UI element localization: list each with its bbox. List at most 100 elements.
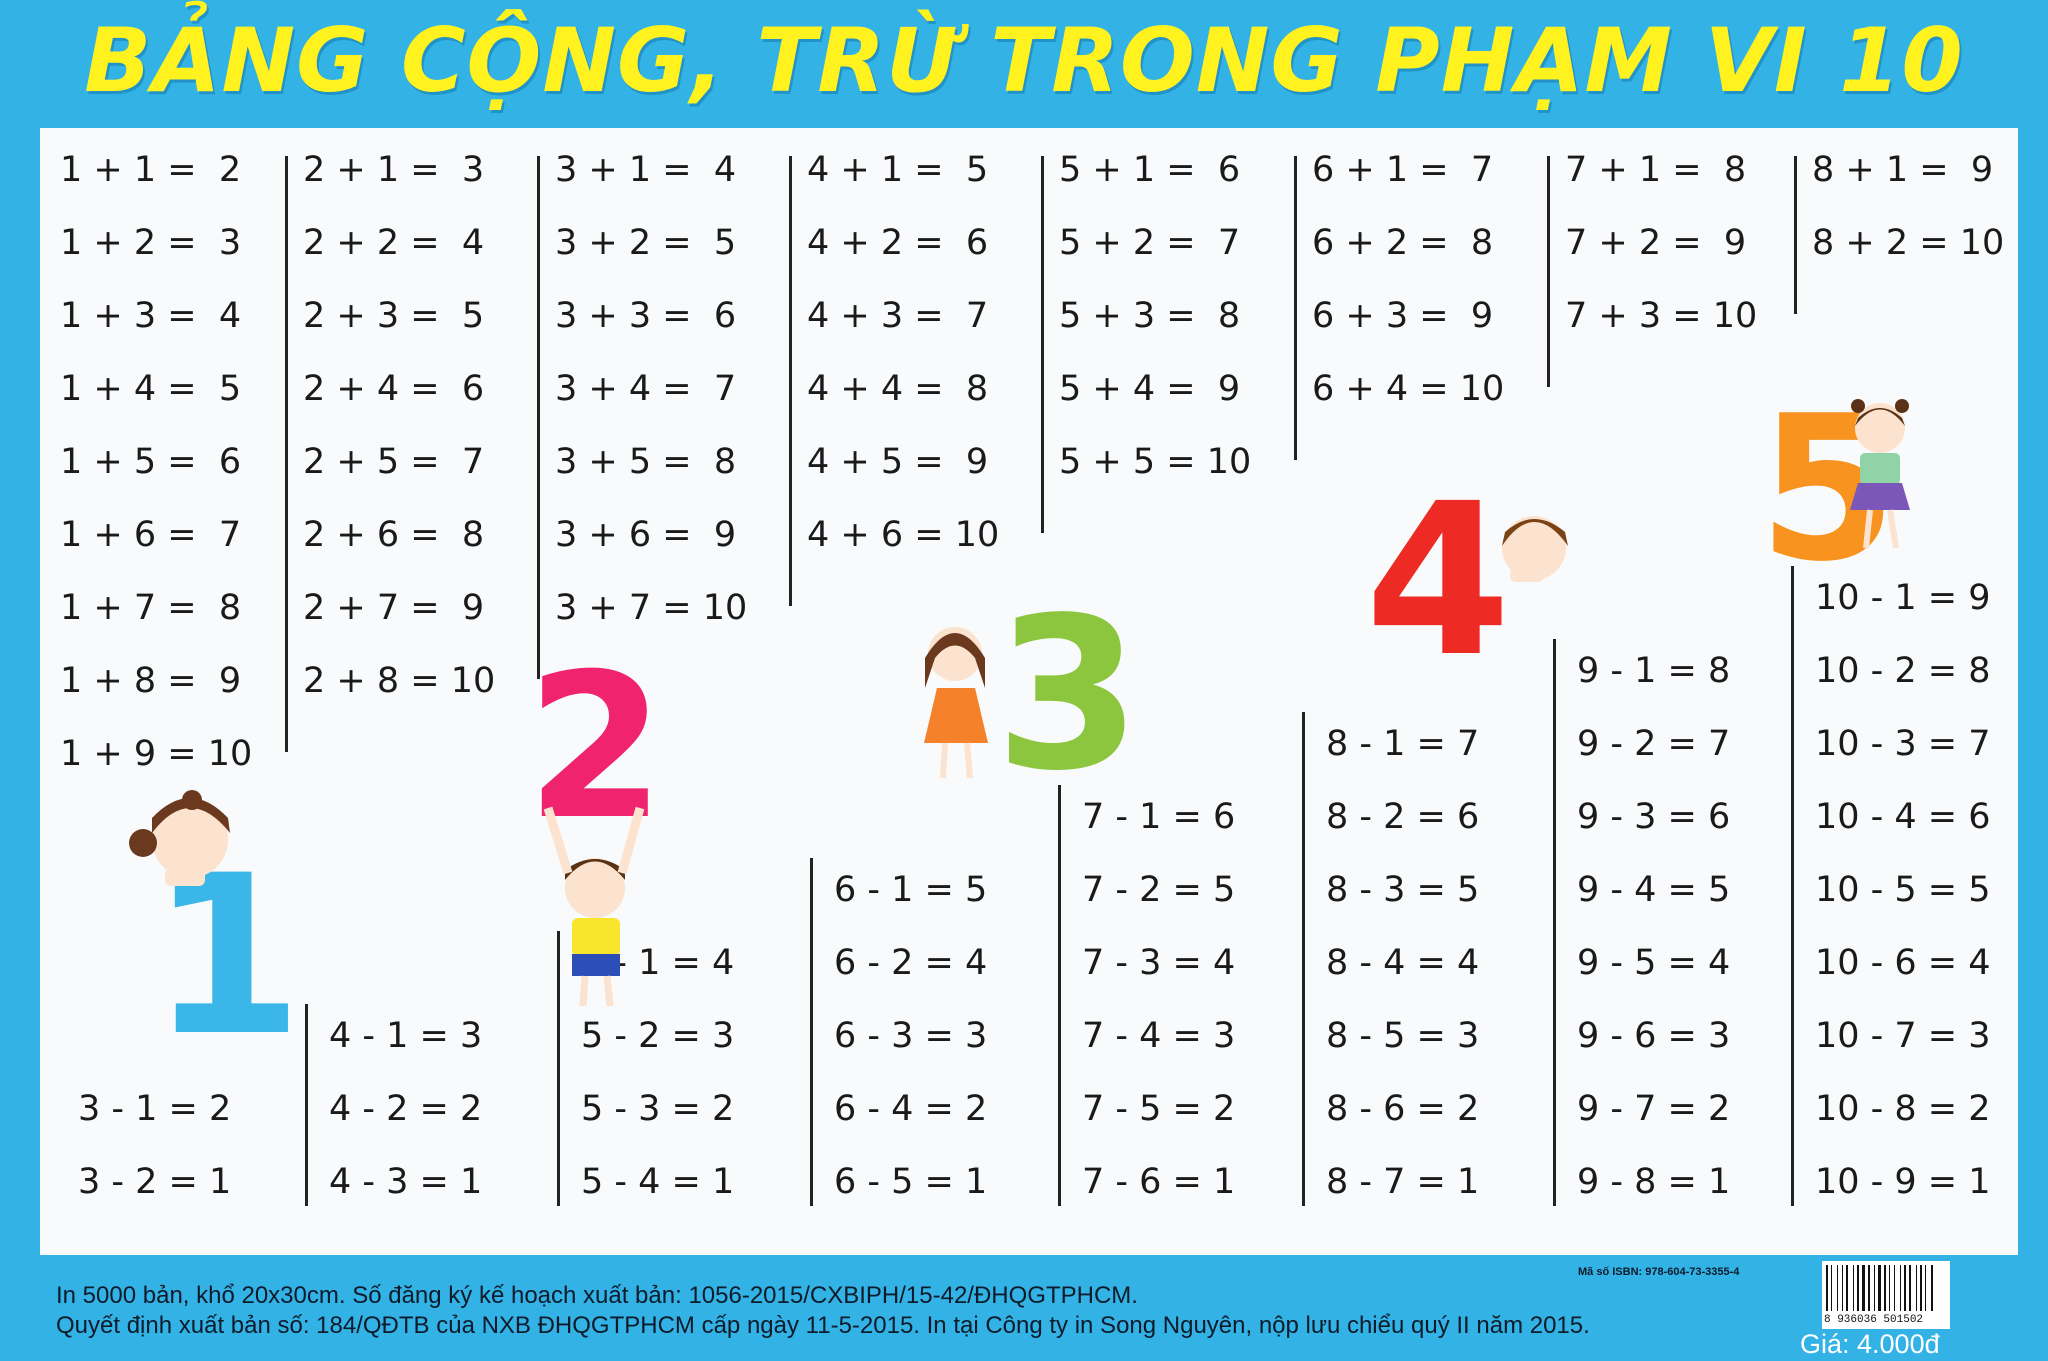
addition-equation: 7 + 3 = 10 (1565, 296, 1758, 336)
digit-three-graphic: 3 (995, 572, 1142, 817)
subtraction-equation: 5 - 1 = 4 (581, 943, 735, 983)
subtraction-equation: 10 - 5 = 5 (1815, 870, 1991, 910)
subtraction-equation: 7 - 2 = 5 (1082, 870, 1236, 910)
subtraction-equation: 4 - 1 = 3 (329, 1016, 483, 1056)
addition-equation: 4 + 5 = 9 (807, 442, 989, 482)
digit-one-graphic: 1 (150, 828, 304, 1084)
subtraction-equation: 9 - 1 = 8 (1577, 651, 1731, 691)
addition-equation: 7 + 1 = 8 (1565, 150, 1747, 190)
addition-equation: 1 + 1 = 2 (60, 150, 242, 190)
addition-equation: 2 + 6 = 8 (303, 515, 485, 555)
subtraction-equation: 8 - 7 = 1 (1326, 1162, 1480, 1202)
subtraction-equation: 6 - 1 = 5 (834, 870, 988, 910)
subtraction-equation: 3 - 2 = 1 (78, 1162, 232, 1202)
addition-equation: 2 + 3 = 5 (303, 296, 485, 336)
subtraction-equation: 9 - 5 = 4 (1577, 943, 1731, 983)
addition-equation: 3 + 4 = 7 (555, 369, 737, 409)
addition-equation: 2 + 5 = 7 (303, 442, 485, 482)
subtraction-equation: 9 - 4 = 5 (1577, 870, 1731, 910)
addition-equation: 3 + 7 = 10 (555, 588, 748, 628)
digit-two-graphic: 2 (526, 631, 666, 864)
column-divider (537, 156, 540, 679)
subtraction-equation: 5 - 4 = 1 (581, 1162, 735, 1202)
addition-equation: 5 + 1 = 6 (1059, 150, 1241, 190)
addition-equation: 4 + 2 = 6 (807, 223, 989, 263)
addition-equation: 1 + 2 = 3 (60, 223, 242, 263)
addition-equation: 5 + 3 = 8 (1059, 296, 1241, 336)
subtraction-equation: 9 - 6 = 3 (1577, 1016, 1731, 1056)
addition-equation: 4 + 4 = 8 (807, 369, 989, 409)
addition-equation: 1 + 5 = 6 (60, 442, 242, 482)
subtraction-equation: 8 - 5 = 3 (1326, 1016, 1480, 1056)
footer-print-info: In 5000 bản, khổ 20x30cm. Số đăng ký kế … (56, 1282, 1138, 1309)
girl-orange-dress-icon (924, 627, 988, 779)
column-divider (1302, 712, 1305, 1206)
subtraction-equation: 10 - 3 = 7 (1815, 724, 1991, 764)
subtraction-equation: 6 - 2 = 4 (834, 943, 988, 983)
digit-five-graphic: 5 (1758, 373, 1898, 606)
subtraction-equation: 5 - 3 = 2 (581, 1089, 735, 1129)
subtraction-equation: 9 - 8 = 1 (1577, 1162, 1731, 1202)
subtraction-equation: 9 - 2 = 7 (1577, 724, 1731, 764)
subtraction-equation: 7 - 4 = 3 (1082, 1016, 1236, 1056)
addition-equation: 8 + 2 = 10 (1812, 223, 2005, 263)
addition-equation: 1 + 6 = 7 (60, 515, 242, 555)
footer-publish-info: Quyết định xuất bản số: 184/QĐTB của NXB… (56, 1312, 1590, 1339)
addition-equation: 8 + 1 = 9 (1812, 150, 1994, 190)
addition-equation: 2 + 8 = 10 (303, 661, 496, 701)
isbn-label: Mã số ISBN: 978-604-73-3355-4 (1578, 1266, 1740, 1278)
subtraction-equation: 6 - 3 = 3 (834, 1016, 988, 1056)
math-table-board: 1 + 1 = 2 1 + 2 = 3 1 + 3 = 4 1 + 4 = 5 1 + … (40, 128, 2018, 1255)
subtraction-equation: 7 - 3 = 4 (1082, 943, 1236, 983)
subtraction-equation: 7 - 5 = 2 (1082, 1089, 1236, 1129)
addition-equation: 1 + 3 = 4 (60, 296, 242, 336)
subtraction-equation: 5 - 2 = 3 (581, 1016, 735, 1056)
barcode-number: 8 936036 501502 (1824, 1314, 1924, 1326)
subtraction-equation: 10 - 9 = 1 (1815, 1162, 1991, 1202)
subtraction-equation: 3 - 1 = 2 (78, 1089, 232, 1129)
addition-equation: 5 + 2 = 7 (1059, 223, 1241, 263)
digit-four-graphic: 4 (1365, 458, 1512, 703)
column-divider (1058, 785, 1061, 1206)
page-title: BẢNG CỘNG, TRỪ TRONG PHẠM VI 10 (84, 9, 1964, 112)
subtraction-equation: 10 - 6 = 4 (1815, 943, 1991, 983)
price-label: Giá: 4.000đ (1800, 1329, 1940, 1359)
subtraction-equation: 8 - 4 = 4 (1326, 943, 1480, 983)
addition-equation: 6 + 2 = 8 (1312, 223, 1494, 263)
addition-equation: 6 + 1 = 7 (1312, 150, 1494, 190)
subtraction-equation: 8 - 3 = 5 (1326, 870, 1480, 910)
addition-equation: 2 + 1 = 3 (303, 150, 485, 190)
subtraction-equation: 10 - 2 = 8 (1815, 651, 1991, 691)
subtraction-equation: 9 - 3 = 6 (1577, 797, 1731, 837)
addition-equation: 3 + 2 = 5 (555, 223, 737, 263)
addition-equation: 4 + 3 = 7 (807, 296, 989, 336)
boy-peeking-icon (1502, 516, 1568, 582)
addition-equation: 2 + 2 = 4 (303, 223, 485, 263)
subtraction-equation: 8 - 6 = 2 (1326, 1089, 1480, 1129)
addition-equation: 6 + 3 = 9 (1312, 296, 1494, 336)
addition-equation: 5 + 5 = 10 (1059, 442, 1252, 482)
subtraction-equation: 10 - 7 = 3 (1815, 1016, 1991, 1056)
column-divider (810, 858, 813, 1206)
addition-equation: 1 + 8 = 9 (60, 661, 242, 701)
addition-equation: 3 + 6 = 9 (555, 515, 737, 555)
column-divider (1294, 156, 1297, 460)
addition-equation: 1 + 9 = 10 (60, 734, 253, 774)
addition-equation: 1 + 7 = 8 (60, 588, 242, 628)
subtraction-equation: 8 - 1 = 7 (1326, 724, 1480, 764)
subtraction-equation: 8 - 2 = 6 (1326, 797, 1480, 837)
column-divider (1547, 156, 1550, 387)
addition-equation: 5 + 4 = 9 (1059, 369, 1241, 409)
addition-equation: 3 + 1 = 4 (555, 150, 737, 190)
addition-equation: 3 + 5 = 8 (555, 442, 737, 482)
column-divider (1794, 156, 1797, 314)
addition-equation: 3 + 3 = 6 (555, 296, 737, 336)
subtraction-equation: 7 - 6 = 1 (1082, 1162, 1236, 1202)
addition-equation: 6 + 4 = 10 (1312, 369, 1505, 409)
column-divider (305, 1004, 308, 1206)
addition-equation: 1 + 4 = 5 (60, 369, 242, 409)
column-divider (1041, 156, 1044, 533)
column-divider (285, 156, 288, 752)
subtraction-equation: 6 - 5 = 1 (834, 1162, 988, 1202)
column-divider (1553, 639, 1556, 1206)
